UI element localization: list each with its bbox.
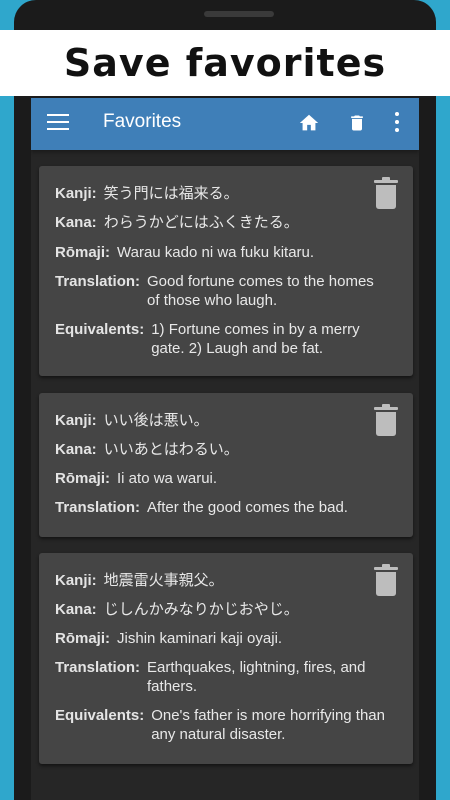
romaji-row: Rōmaji: Ii ato wa warui. bbox=[55, 469, 217, 488]
romaji-row: Rōmaji: Warau kado ni wa fuku kitaru. bbox=[55, 243, 314, 262]
kana-row: Kana: いいあとはわるい。 bbox=[55, 440, 239, 459]
romaji-value: Warau kado ni wa fuku kitaru. bbox=[117, 244, 315, 261]
home-icon[interactable] bbox=[298, 112, 320, 138]
romaji-value: Ii ato wa warui. bbox=[117, 470, 218, 487]
kana-value: わらうかどにはふくきたる。 bbox=[103, 214, 299, 231]
kanji-value: いい後は悪い。 bbox=[103, 412, 209, 429]
translation-row: Translation: After the good comes the ba… bbox=[55, 498, 348, 517]
equivalents-value: One's father is more horrifying than any… bbox=[151, 707, 385, 743]
kanji-label: Kanji: bbox=[55, 572, 97, 589]
favorite-card: Kanji: 地震雷火事親父。 Kana: じしんかみなりかじおやじ。 Rōma… bbox=[39, 553, 413, 764]
app-screen: Favorites Kanji: 笑う門には福来る。 Kana: わらうかどには… bbox=[31, 98, 419, 800]
kana-row: Kana: じしんかみなりかじおやじ。 bbox=[55, 600, 299, 619]
phone-speaker bbox=[204, 11, 274, 17]
delete-favorite-icon[interactable] bbox=[372, 564, 400, 600]
favorite-card: Kanji: 笑う門には福来る。 Kana: わらうかどにはふくきたる。 Rōm… bbox=[39, 166, 413, 376]
translation-value: After the good comes the bad. bbox=[147, 499, 348, 516]
trash-icon[interactable] bbox=[347, 112, 367, 138]
equivalents-value: 1) Fortune comes in by a merry gate. 2) … bbox=[151, 321, 360, 357]
translation-value: Good fortune comes to the homes of those… bbox=[147, 273, 374, 309]
romaji-label: Rōmaji: bbox=[55, 630, 111, 647]
kana-label: Kana: bbox=[55, 601, 97, 618]
banner-title: Save favorites bbox=[63, 41, 387, 85]
kanji-row: Kanji: いい後は悪い。 bbox=[55, 411, 209, 430]
kana-value: いいあとはわるい。 bbox=[103, 441, 239, 458]
translation-label: Translation: bbox=[55, 499, 141, 516]
kanji-row: Kanji: 地震雷火事親父。 bbox=[55, 571, 224, 590]
romaji-label: Rōmaji: bbox=[55, 244, 111, 261]
app-bar: Favorites bbox=[31, 98, 419, 150]
equivalents-row: Equivalents: One's father is more horrif… bbox=[55, 706, 385, 744]
delete-favorite-icon[interactable] bbox=[372, 177, 400, 213]
romaji-label: Rōmaji: bbox=[55, 470, 111, 487]
translation-value: Earthquakes, lightning, fires, and fathe… bbox=[147, 659, 366, 695]
kana-row: Kana: わらうかどにはふくきたる。 bbox=[55, 213, 299, 232]
romaji-row: Rōmaji: Jishin kaminari kaji oyaji. bbox=[55, 629, 282, 648]
app-title: Favorites bbox=[103, 111, 182, 132]
translation-row: Translation: Good fortune comes to the h… bbox=[55, 272, 374, 310]
translation-row: Translation: Earthquakes, lightning, fir… bbox=[55, 658, 365, 696]
kana-label: Kana: bbox=[55, 214, 97, 231]
kanji-row: Kanji: 笑う門には福来る。 bbox=[55, 184, 239, 203]
equivalents-label: Equivalents: bbox=[55, 707, 145, 724]
favorite-card: Kanji: いい後は悪い。 Kana: いいあとはわるい。 Rōmaji: I… bbox=[39, 393, 413, 537]
translation-label: Translation: bbox=[55, 659, 141, 676]
translation-label: Translation: bbox=[55, 273, 141, 290]
equivalents-label: Equivalents: bbox=[55, 321, 145, 338]
promo-banner: Save favorites bbox=[0, 30, 450, 96]
more-vert-icon[interactable] bbox=[393, 112, 401, 136]
kana-value: じしんかみなりかじおやじ。 bbox=[103, 601, 299, 618]
romaji-value: Jishin kaminari kaji oyaji. bbox=[117, 630, 283, 647]
kanji-label: Kanji: bbox=[55, 185, 97, 202]
delete-favorite-icon[interactable] bbox=[372, 404, 400, 440]
kana-label: Kana: bbox=[55, 441, 97, 458]
kanji-value: 地震雷火事親父。 bbox=[103, 572, 224, 589]
equivalents-row: Equivalents: 1) Fortune comes in by a me… bbox=[55, 320, 360, 358]
kanji-label: Kanji: bbox=[55, 412, 97, 429]
menu-icon[interactable] bbox=[47, 114, 69, 134]
kanji-value: 笑う門には福来る。 bbox=[103, 185, 239, 202]
